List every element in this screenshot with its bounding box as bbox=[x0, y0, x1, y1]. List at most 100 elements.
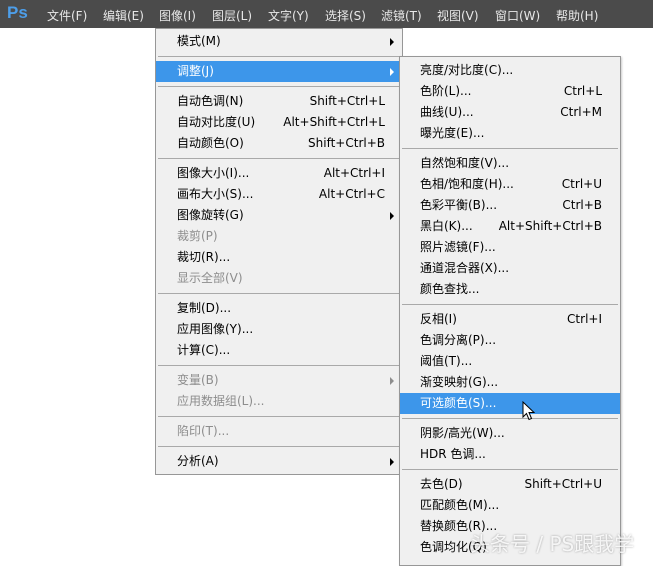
menu-item-label: 变量(B) bbox=[177, 373, 219, 387]
menu-item-label: 自动色调(N) bbox=[177, 94, 244, 108]
image-menu: 模式(M) 调整(J) 自动色调(N) Shift+Ctrl+L 自动对比度(U) Alt… bbox=[155, 28, 403, 475]
menu-item-label: 色相/饱和度(H)... bbox=[420, 177, 514, 191]
menubar: Ps 文件(F) 编辑(E) 图像(I) 图层(L) 文字(Y) 选择(S) 滤镜(T) 视图… bbox=[0, 0, 653, 28]
menu-item-label: 去色(D) bbox=[420, 477, 463, 491]
menu-item[interactable]: 模式(M) bbox=[156, 31, 402, 52]
menu-separator bbox=[156, 82, 402, 91]
menubar-item[interactable]: 视图(V) bbox=[437, 7, 479, 24]
menubar-item[interactable]: 文字(Y) bbox=[268, 7, 309, 24]
menu-separator bbox=[400, 300, 620, 309]
submenu-arrow-icon bbox=[390, 458, 394, 466]
menu-item-label: 显示全部(V) bbox=[177, 271, 243, 285]
mouse-cursor-icon bbox=[522, 401, 535, 421]
menu-item[interactable]: 画布大小(S)... Alt+Ctrl+C bbox=[156, 184, 402, 205]
menubar-item[interactable]: 窗口(W) bbox=[495, 7, 540, 24]
menu-separator bbox=[400, 465, 620, 474]
menu-item-label: 曲线(U)... bbox=[420, 105, 474, 119]
menu-item[interactable]: 色阶(L)... Ctrl+L bbox=[400, 81, 620, 102]
menu-item[interactable]: 色相/饱和度(H)... Ctrl+U bbox=[400, 174, 620, 195]
menu-item: 裁剪(P) bbox=[156, 226, 402, 247]
menu-item-label: 通道混合器(X)... bbox=[420, 261, 510, 275]
menu-item-label: 调整(J) bbox=[177, 64, 214, 78]
menu-separator bbox=[156, 154, 402, 163]
menubar-item[interactable]: 选择(S) bbox=[325, 7, 366, 24]
menu-separator bbox=[400, 144, 620, 153]
menu-separator bbox=[156, 442, 402, 451]
menu-item-label: HDR 色调... bbox=[420, 447, 486, 461]
submenu-arrow-icon bbox=[390, 68, 394, 76]
menu-item-label: 裁切(R)... bbox=[177, 250, 231, 264]
menu-item[interactable]: 色调分离(P)... bbox=[400, 330, 620, 351]
menu-item[interactable]: 图像大小(I)... Alt+Ctrl+I bbox=[156, 163, 402, 184]
menu-item-shortcut: Ctrl+I bbox=[567, 312, 602, 326]
menu-item-label: 裁剪(P) bbox=[177, 229, 218, 243]
menu-item[interactable]: 颜色查找... bbox=[400, 279, 620, 300]
menu-item-label: 自动对比度(U) bbox=[177, 115, 256, 129]
menu-item-label: 应用图像(Y)... bbox=[177, 322, 254, 336]
menu-item-label: 图像旋转(G) bbox=[177, 208, 244, 222]
menubar-item[interactable]: 图像(I) bbox=[159, 7, 196, 24]
menubar-item[interactable]: 滤镜(T) bbox=[381, 7, 422, 24]
menu-item[interactable]: 复制(D)... bbox=[156, 298, 402, 319]
menubar-item[interactable]: 编辑(E) bbox=[103, 7, 144, 24]
menu-item-shortcut: Alt+Ctrl+C bbox=[318, 187, 385, 201]
menu-item[interactable]: 匹配颜色(M)... bbox=[400, 495, 620, 516]
menu-item-label: 阈值(T)... bbox=[420, 354, 473, 368]
menu-item[interactable]: 图像旋转(G) bbox=[156, 205, 402, 226]
menu-item-shortcut: Ctrl+U bbox=[561, 177, 602, 191]
menu-item-label: 曝光度(E)... bbox=[420, 126, 485, 140]
menu-item-shortcut: Ctrl+L bbox=[563, 84, 602, 98]
menu-item[interactable]: 计算(C)... bbox=[156, 340, 402, 361]
menubar-item[interactable]: 文件(F) bbox=[47, 7, 87, 24]
menu-item[interactable]: 曝光度(E)... bbox=[400, 123, 620, 144]
menu-item-label: 色调分离(P)... bbox=[420, 333, 497, 347]
menu-item[interactable]: 自动色调(N) Shift+Ctrl+L bbox=[156, 91, 402, 112]
menu-item[interactable]: 自然饱和度(V)... bbox=[400, 153, 620, 174]
menu-item: 应用数据组(L)... bbox=[156, 391, 402, 412]
menu-item-label: 反相(I) bbox=[420, 312, 457, 326]
menu-item-shortcut: Shift+Ctrl+B bbox=[308, 136, 385, 150]
menu-item-label: 色阶(L)... bbox=[420, 84, 472, 98]
menu-item: 陷印(T)... bbox=[156, 421, 402, 442]
menu-item[interactable]: 色彩平衡(B)... Ctrl+B bbox=[400, 195, 620, 216]
menu-item-shortcut: Alt+Shift+Ctrl+L bbox=[283, 115, 385, 129]
menu-item-shortcut: Shift+Ctrl+L bbox=[309, 94, 385, 108]
menu-item[interactable]: 亮度/对比度(C)... bbox=[400, 60, 620, 81]
menu-item[interactable]: 渐变映射(G)... bbox=[400, 372, 620, 393]
menu-item-label: 自然饱和度(V)... bbox=[420, 156, 510, 170]
menu-item[interactable]: 照片滤镜(F)... bbox=[400, 237, 620, 258]
menu-item[interactable]: 裁切(R)... bbox=[156, 247, 402, 268]
menu-item-shortcut: Alt+Shift+Ctrl+B bbox=[498, 219, 602, 233]
menu-item[interactable]: 可选颜色(S)... bbox=[400, 393, 620, 414]
menu-item: 变量(B) bbox=[156, 370, 402, 391]
menu-item[interactable]: 去色(D) Shift+Ctrl+U bbox=[400, 474, 620, 495]
menu-item[interactable]: 黑白(K)... Alt+Shift+Ctrl+B bbox=[400, 216, 620, 237]
menu-item[interactable]: 应用图像(Y)... bbox=[156, 319, 402, 340]
menu-item[interactable]: 曲线(U)... Ctrl+M bbox=[400, 102, 620, 123]
menu-item[interactable]: HDR 色调... bbox=[400, 444, 620, 465]
menu-item-shortcut: Alt+Ctrl+I bbox=[323, 166, 385, 180]
menu-item[interactable]: 阴影/高光(W)... bbox=[400, 423, 620, 444]
ps-logo: Ps bbox=[7, 3, 28, 22]
menu-item-shortcut: Ctrl+B bbox=[562, 198, 602, 212]
menubar-item[interactable]: 帮助(H) bbox=[556, 7, 598, 24]
menu-item[interactable]: 分析(A) bbox=[156, 451, 402, 472]
watermark: 头条号 / PS跟我学 bbox=[470, 532, 635, 556]
menu-item[interactable]: 调整(J) bbox=[156, 61, 402, 82]
menu-item-label: 阴影/高光(W)... bbox=[420, 426, 505, 440]
menu-item[interactable]: 自动颜色(O) Shift+Ctrl+B bbox=[156, 133, 402, 154]
menubar-item[interactable]: 图层(L) bbox=[212, 7, 252, 24]
menu-item-label: 照片滤镜(F)... bbox=[420, 240, 496, 254]
menu-item[interactable]: 通道混合器(X)... bbox=[400, 258, 620, 279]
menu-separator bbox=[156, 52, 402, 61]
menu-separator bbox=[156, 361, 402, 370]
menu-item[interactable]: 反相(I) Ctrl+I bbox=[400, 309, 620, 330]
menu-item-label: 分析(A) bbox=[177, 454, 219, 468]
menu-item[interactable]: 自动对比度(U) Alt+Shift+Ctrl+L bbox=[156, 112, 402, 133]
menu-item[interactable]: 阈值(T)... bbox=[400, 351, 620, 372]
menu-item-shortcut: Ctrl+M bbox=[560, 105, 602, 119]
menu-item-label: 复制(D)... bbox=[177, 301, 232, 315]
menu-separator bbox=[156, 412, 402, 421]
menu-item-label: 颜色查找... bbox=[420, 282, 480, 296]
menu-item-label: 计算(C)... bbox=[177, 343, 231, 357]
